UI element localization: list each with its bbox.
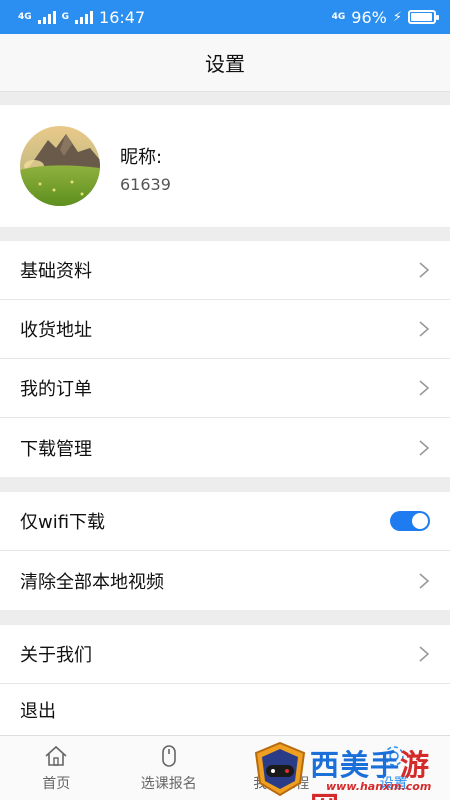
menu-item-my-orders[interactable]: 我的订单 xyxy=(0,359,450,418)
tab-course-enrollment[interactable]: 选课报名 xyxy=(113,736,226,800)
tab-label: 首页 xyxy=(42,776,71,792)
page-header: 设置 xyxy=(0,34,450,92)
menu-item-wifi-only-download: 仅wifi下载 xyxy=(0,492,450,551)
menu-item-download-management[interactable]: 下载管理 xyxy=(0,418,450,477)
signal-icon xyxy=(37,10,56,24)
menu-item-label: 退出 xyxy=(20,700,56,722)
network-type-g: G xyxy=(61,11,70,22)
chevron-right-icon xyxy=(419,380,430,396)
chevron-right-icon xyxy=(419,646,430,662)
menu-item-clear-local-videos[interactable]: 清除全部本地视频 xyxy=(0,551,450,610)
settings-group-download: 仅wifi下载 清除全部本地视频 xyxy=(0,492,450,610)
page-title: 设置 xyxy=(205,52,245,76)
menu-item-label: 我的订单 xyxy=(20,379,92,400)
avatar[interactable] xyxy=(20,126,100,206)
avatar-landscape-image xyxy=(20,126,100,206)
settings-group-account: 基础资料 收货地址 我的订单 下载管理 xyxy=(0,241,450,477)
menu-item-label: 关于我们 xyxy=(20,645,92,666)
user-id: 61639 xyxy=(120,175,171,194)
battery-percent: 96% xyxy=(351,7,387,27)
home-icon xyxy=(45,745,67,766)
gamepad-shield-logo-icon xyxy=(254,741,306,797)
mouse-icon xyxy=(161,745,176,767)
signal-icon-2 xyxy=(75,10,94,24)
toggle-knob xyxy=(412,513,428,529)
menu-item-label: 清除全部本地视频 xyxy=(20,571,164,593)
battery-icon xyxy=(408,10,439,24)
menu-item-shipping-address[interactable]: 收货地址 xyxy=(0,300,450,359)
menu-item-logout[interactable]: 退出 xyxy=(0,684,450,735)
tab-label: 选课报名 xyxy=(140,776,197,792)
chevron-right-icon xyxy=(419,321,430,337)
chevron-right-icon xyxy=(419,439,430,456)
watermark-url: www.hanxm.com xyxy=(326,780,432,793)
network-type-right: 4G xyxy=(331,11,346,22)
menu-item-basic-info[interactable]: 基础资料 xyxy=(0,241,450,300)
clock: 16:47 xyxy=(99,7,146,27)
menu-item-label: 下载管理 xyxy=(20,438,92,460)
watermark-overlay: 西美手游网 www.hanxm.com xyxy=(252,740,450,800)
menu-item-label: 仅wifi下载 xyxy=(20,512,106,533)
tab-home[interactable]: 首页 xyxy=(0,736,113,800)
profile-card[interactable]: 昵称: 61639 xyxy=(0,105,450,227)
menu-item-about-us[interactable]: 关于我们 xyxy=(0,625,450,684)
menu-item-label: 基础资料 xyxy=(20,261,92,282)
battery-fill xyxy=(411,13,433,21)
charging-icon: ⚡ xyxy=(392,9,402,25)
status-bar: 4G G 16:47 4G 96% ⚡ xyxy=(0,0,450,34)
wifi-only-toggle[interactable] xyxy=(390,511,430,531)
chevron-right-icon xyxy=(419,262,430,278)
status-left: 4G G 16:47 xyxy=(18,8,145,27)
settings-group-about: 关于我们 退出 xyxy=(0,625,450,735)
menu-item-label: 收货地址 xyxy=(20,320,92,341)
chevron-right-icon xyxy=(419,572,430,589)
nickname-label: 昵称: xyxy=(120,147,163,168)
status-right: 4G 96% ⚡ xyxy=(331,7,439,27)
network-type-4g: 4G xyxy=(18,11,32,22)
